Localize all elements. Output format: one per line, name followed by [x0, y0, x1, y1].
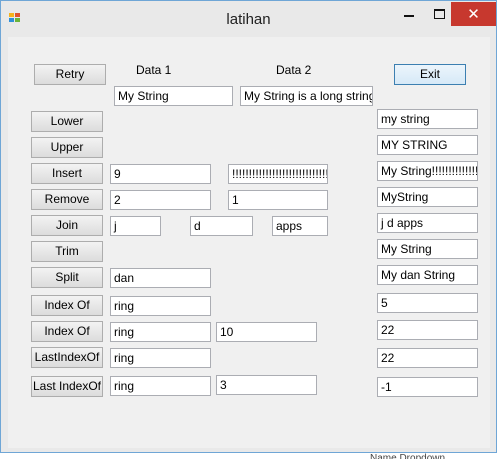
minimize-button[interactable]: [397, 2, 421, 26]
split-text-input[interactable]: dan: [110, 268, 211, 288]
data1-input[interactable]: My String: [114, 86, 233, 106]
index-of-button-2[interactable]: Index Of: [31, 321, 103, 342]
join-input-1[interactable]: j: [110, 216, 161, 236]
data2-input[interactable]: My String is a long string: [240, 86, 373, 106]
join-button[interactable]: Join: [31, 215, 103, 236]
insert-position-input[interactable]: 9: [110, 164, 211, 184]
split-result[interactable]: My dan String: [377, 265, 478, 285]
upper-button[interactable]: Upper: [31, 137, 103, 158]
trim-result[interactable]: My String: [377, 239, 478, 259]
lower-result[interactable]: my string: [377, 109, 478, 129]
index-of-result-2[interactable]: 22: [377, 320, 478, 340]
exit-button[interactable]: Exit: [394, 64, 466, 85]
index-of-text-input-2[interactable]: ring: [110, 322, 211, 342]
last-index-of-text-input-2[interactable]: ring: [110, 376, 211, 396]
remove-button[interactable]: Remove: [31, 189, 103, 210]
last-index-of-button-1[interactable]: LastIndexOf: [31, 347, 103, 368]
index-of-text-input-1[interactable]: ring: [110, 296, 211, 316]
background-window-text: Name Dropdown: [370, 453, 446, 459]
index-of-button-1[interactable]: Index Of: [31, 295, 103, 316]
form-client-area: Retry Data 1 Data 2 Exit My String My St…: [8, 37, 490, 448]
join-input-2[interactable]: d: [190, 216, 253, 236]
split-button[interactable]: Split: [31, 267, 103, 288]
insert-text-input[interactable]: !!!!!!!!!!!!!!!!!!!!!!!!!!!!!!!: [228, 164, 328, 184]
index-of-result-1[interactable]: 5: [377, 293, 478, 313]
remove-start-input[interactable]: 2: [110, 190, 211, 210]
last-index-of-button-2[interactable]: Last IndexOf: [31, 376, 103, 397]
close-button[interactable]: ✕: [451, 2, 496, 26]
maximize-icon: [433, 9, 445, 19]
last-index-of-result-1[interactable]: 22: [377, 348, 478, 368]
window-title: latihan: [226, 11, 271, 28]
insert-result[interactable]: My String!!!!!!!!!!!!!!!!!!!!!!!!!!!!!!!: [377, 161, 478, 181]
last-index-of-text-input-1[interactable]: ring: [110, 348, 211, 368]
title-bar[interactable]: latihan ✕: [1, 1, 496, 37]
upper-result[interactable]: MY STRING: [377, 135, 478, 155]
join-result[interactable]: j d apps: [377, 213, 478, 233]
remove-result[interactable]: MyString: [377, 187, 478, 207]
application-window: latihan ✕ Retry Data 1 Data 2 Exit My St…: [0, 0, 497, 453]
close-icon: ✕: [467, 6, 480, 23]
last-index-of-result-2[interactable]: -1: [377, 377, 478, 397]
retry-button[interactable]: Retry: [34, 64, 106, 85]
join-input-3[interactable]: apps: [272, 216, 328, 236]
data1-label: Data 1: [136, 63, 172, 77]
maximize-button[interactable]: [427, 2, 451, 26]
lower-button[interactable]: Lower: [31, 111, 103, 132]
minimize-icon: [404, 15, 414, 17]
last-index-of-start-input-2[interactable]: 3: [216, 375, 317, 395]
data2-label: Data 2: [276, 63, 312, 77]
remove-count-input[interactable]: 1: [228, 190, 328, 210]
trim-button[interactable]: Trim: [31, 241, 103, 262]
insert-button[interactable]: Insert: [31, 163, 103, 184]
index-of-start-input-2[interactable]: 10: [216, 322, 317, 342]
